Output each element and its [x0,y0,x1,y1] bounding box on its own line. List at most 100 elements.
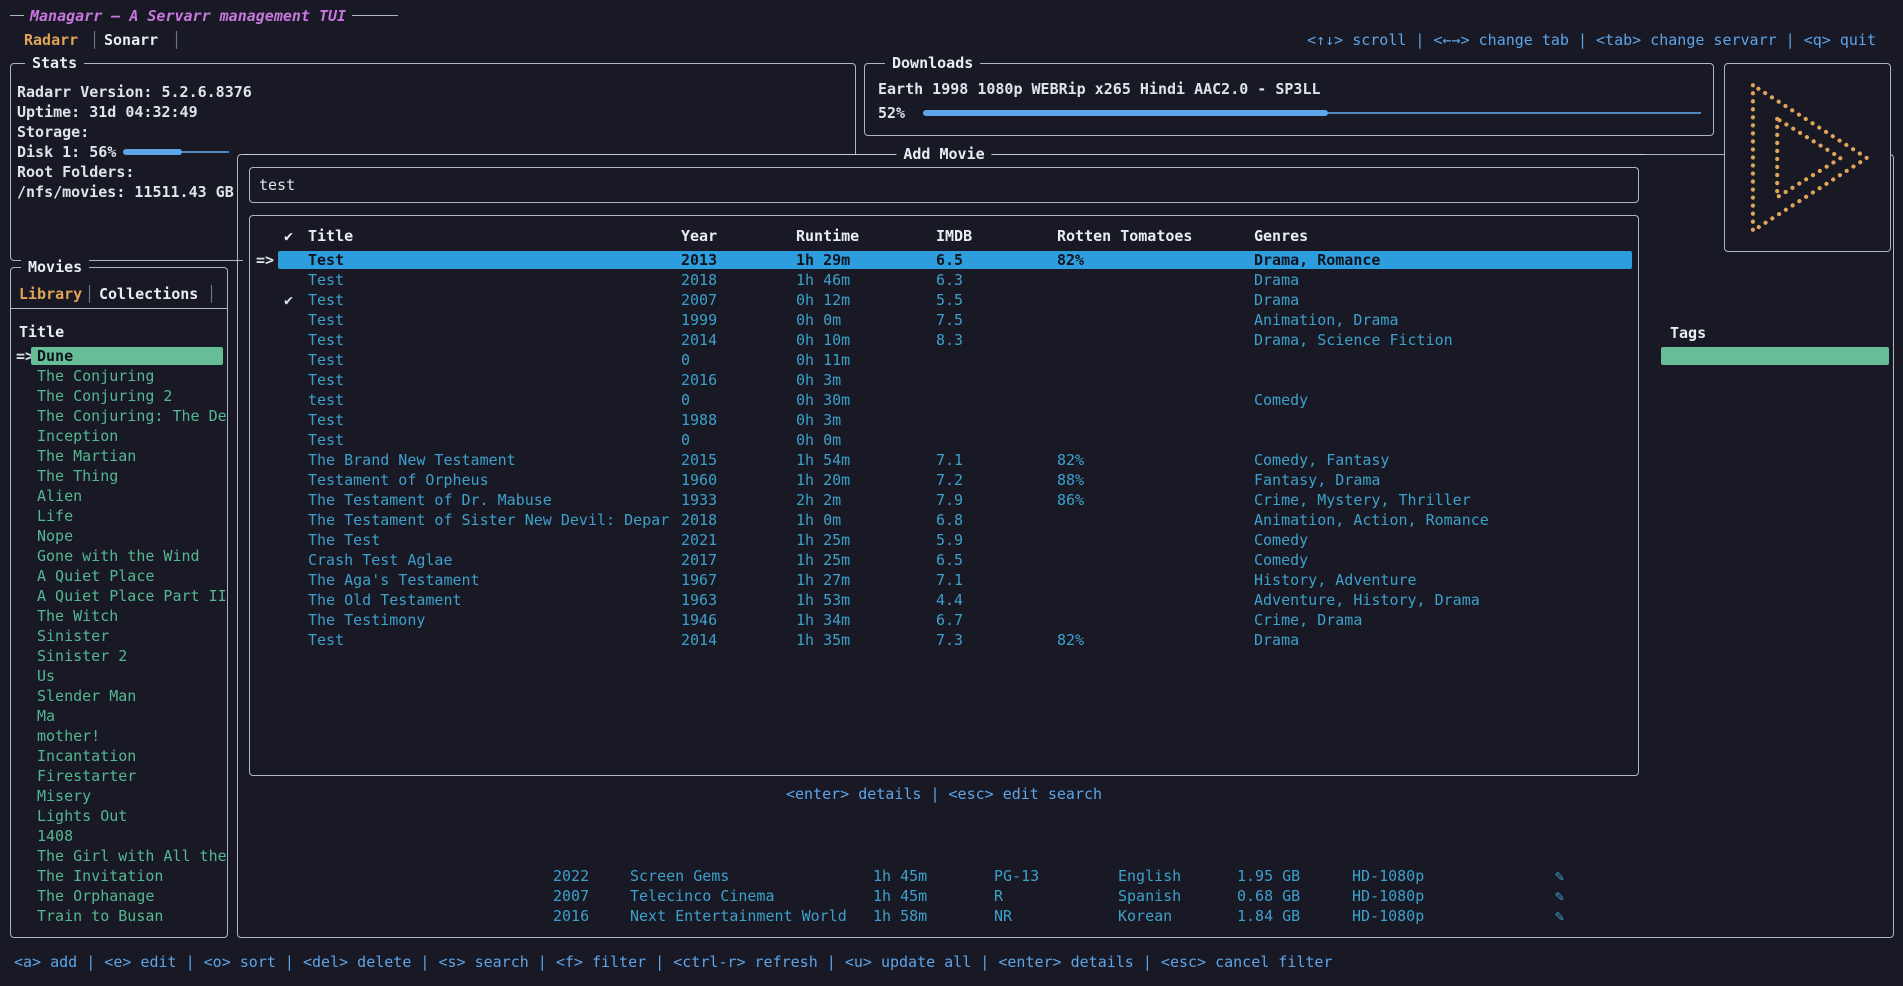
result-year: 2014 [681,330,717,350]
movie-list-item[interactable]: Misery [11,786,227,806]
movie-quality: HD-1080p [1352,866,1424,886]
movie-list-item[interactable]: Train to Busan [11,906,227,926]
result-row[interactable]: Test20181h 46m6.3Drama [250,270,1638,290]
result-year: 1963 [681,590,717,610]
tab-separator: │ [90,30,99,50]
result-runtime: 1h 54m [796,450,850,470]
result-runtime: 2h 2m [796,490,841,510]
selected-marker: => [256,250,274,270]
library-table-row[interactable]: 2007Telecinco Cinema1h 45mRSpanish0.68 G… [238,886,1893,906]
movie-quality: HD-1080p [1352,886,1424,906]
result-row[interactable]: The Testament of Sister New Devil: Depar… [250,510,1638,530]
tab-sonarr[interactable]: Sonarr [104,30,158,50]
result-imdb-rating: 6.5 [936,550,963,570]
result-imdb-rating: 7.1 [936,450,963,470]
stats-version-line: Radarr Version: 5.2.6.8376 [17,82,252,102]
result-row[interactable]: Testament of Orpheus19601h 20m7.288%Fant… [250,470,1638,490]
movie-list-item[interactable]: The Thing [11,466,227,486]
movie-list-item[interactable]: Sinister [11,626,227,646]
result-row[interactable]: Test19990h 0m7.5Animation, Drama [250,310,1638,330]
result-row[interactable]: The Brand New Testament20151h 54m7.182%C… [250,450,1638,470]
version-value: 5.2.6.8376 [162,83,252,101]
tab-radarr[interactable]: Radarr [24,30,78,50]
download-progress-bar [923,103,1701,123]
result-title: Test [308,290,344,310]
movie-list-item[interactable]: Us [11,666,227,686]
movies-list: =>DuneThe ConjuringThe Conjuring 2The Co… [11,268,227,937]
movie-list-item[interactable]: Firestarter [11,766,227,786]
result-row[interactable]: Test20141h 35m7.382%Drama [250,630,1638,650]
result-imdb-rating: 7.3 [936,630,963,650]
managarr-play-logo-icon [1738,74,1878,242]
result-runtime: 1h 0m [796,510,841,530]
movie-list-item[interactable]: The Conjuring [11,366,227,386]
progress-fill [123,149,182,155]
result-row[interactable]: Test00h 0m [250,430,1638,450]
movie-certification: PG-13 [994,866,1039,886]
movie-list-item[interactable]: 1408 [11,826,227,846]
result-title: The Testament of Sister New Devil: Depar [308,510,669,530]
movie-title: 1408 [37,826,73,846]
movie-list-item[interactable]: Lights Out [11,806,227,826]
result-row[interactable]: Test19880h 3m [250,410,1638,430]
movie-list-item[interactable]: =>Dune [11,346,227,366]
movie-title: Sinister [37,626,109,646]
movie-title: A Quiet Place Part II [37,586,227,606]
result-genres: Drama, Romance [1254,250,1380,270]
movie-list-item[interactable]: Sinister 2 [11,646,227,666]
result-imdb-rating: 4.4 [936,590,963,610]
result-row[interactable]: Test00h 11m [250,350,1638,370]
result-row[interactable]: Test20140h 10m8.3Drama, Science Fiction [250,330,1638,350]
movie-list-item[interactable]: The Orphanage [11,886,227,906]
result-row[interactable]: Test20160h 3m [250,370,1638,390]
movie-list-item[interactable]: Life [11,506,227,526]
movie-list-item[interactable]: The Girl with All the [11,846,227,866]
movie-list-item[interactable]: Nope [11,526,227,546]
bottom-keybind-hints: <a> add | <e> edit | <o> sort | <del> de… [14,952,1333,972]
result-row[interactable]: The Testament of Dr. Mabuse19332h 2m7.98… [250,490,1638,510]
result-title: Test [308,370,344,390]
result-runtime: 0h 3m [796,370,841,390]
result-runtime: 1h 25m [796,530,850,550]
movie-title: Ma [37,706,55,726]
result-row[interactable]: =>Test20131h 29m6.582%Drama, Romance [250,250,1638,270]
movie-list-item[interactable]: Slender Man [11,686,227,706]
movie-list-item[interactable]: The Conjuring: The De [11,406,227,426]
library-table-row[interactable]: 2016Next Entertainment World1h 58mNRKore… [238,906,1893,926]
movie-list-item[interactable]: Gone with the Wind [11,546,227,566]
movie-list-item[interactable]: The Invitation [11,866,227,886]
result-title: The Brand New Testament [308,450,516,470]
movie-list-item[interactable]: The Martian [11,446,227,466]
result-runtime: 0h 3m [796,410,841,430]
result-row[interactable]: The Test20211h 25m5.9Comedy [250,530,1638,550]
movie-list-item[interactable]: A Quiet Place [11,566,227,586]
movie-list-item[interactable]: Incantation [11,746,227,766]
movies-panel: Movies Library │ Collections │ Title =>D… [10,267,228,938]
movie-search-input[interactable] [250,168,1638,202]
movie-list-item[interactable]: Inception [11,426,227,446]
movie-list-item[interactable]: Ma [11,706,227,726]
result-genres: Drama [1254,290,1299,310]
library-table-row[interactable]: 2022Screen Gems1h 45mPG-13English1.95 GB… [238,866,1893,886]
disk-label: Disk 1: [17,143,80,161]
result-rotten-tomatoes-rating: 86% [1057,490,1084,510]
result-row[interactable]: Crash Test Aglae20171h 25m6.5Comedy [250,550,1638,570]
movie-list-item[interactable]: mother! [11,726,227,746]
movie-list-item[interactable]: The Conjuring 2 [11,386,227,406]
result-imdb-rating: 8.3 [936,330,963,350]
movie-title: The Thing [37,466,118,486]
result-runtime: 1h 46m [796,270,850,290]
result-row[interactable]: test00h 30mComedy [250,390,1638,410]
result-runtime: 1h 27m [796,570,850,590]
movie-list-item[interactable]: Alien [11,486,227,506]
result-row[interactable]: ✔Test20070h 12m5.5Drama [250,290,1638,310]
result-row[interactable]: The Aga's Testament19671h 27m7.1History,… [250,570,1638,590]
add-movie-title: Add Movie [896,144,991,164]
result-genres: Crime, Drama [1254,610,1362,630]
result-row[interactable]: The Old Testament19631h 53m4.4Adventure,… [250,590,1638,610]
result-row[interactable]: The Testimony19461h 34m6.7Crime, Drama [250,610,1638,630]
movie-list-item[interactable]: The Witch [11,606,227,626]
downloads-panel-title: Downloads [885,53,980,73]
result-title: Test [308,310,344,330]
movie-list-item[interactable]: A Quiet Place Part II [11,586,227,606]
